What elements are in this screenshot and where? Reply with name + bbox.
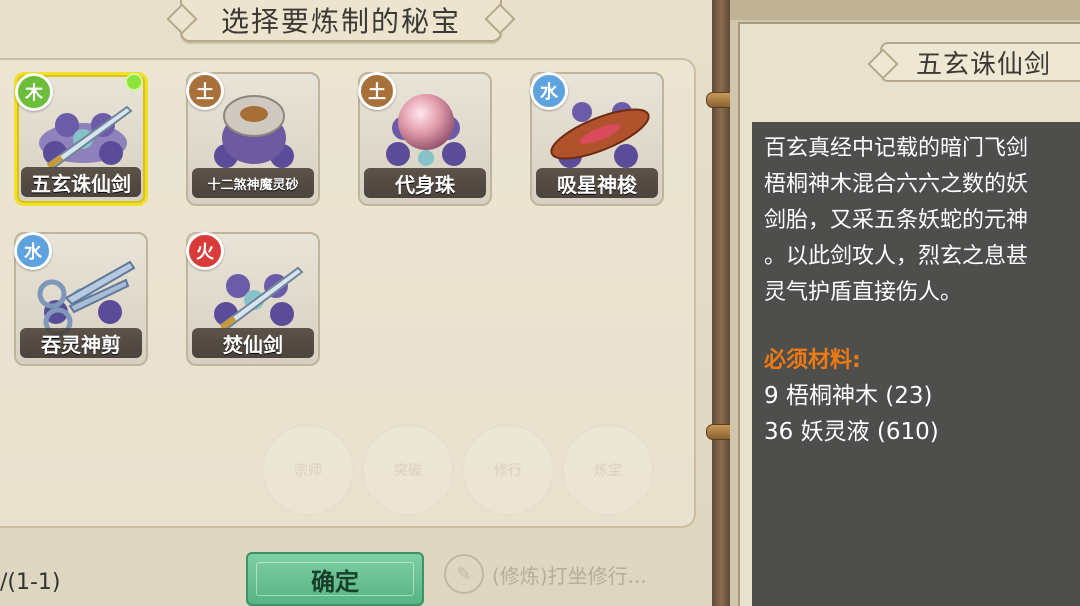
panel-title: 选择要炼制的秘宝: [220, 5, 461, 38]
cultivate-hint: ✎ (修炼)打坐修行...: [444, 552, 706, 596]
item-name: 焚仙剑: [223, 332, 283, 357]
faded-menu-item: 宗师: [262, 424, 354, 516]
description-line: 梧桐神木混合六六之数的妖: [764, 172, 1029, 197]
confirm-label: 确定: [311, 567, 359, 596]
item-name: 吞灵神剪: [41, 332, 121, 357]
treasure-item-star-shuttle[interactable]: 水 吸星神梭: [530, 72, 664, 206]
book-binder: [712, 0, 730, 606]
faded-menu-label: 宗师: [294, 463, 322, 479]
brush-icon: ✎: [444, 554, 484, 594]
description-line: 。以此剑攻人，烈玄之息甚: [764, 244, 1029, 269]
element-badge: 火: [186, 232, 224, 270]
faded-menu-item: 炼宝: [562, 424, 654, 516]
material-item: 36 妖灵液 (610): [764, 419, 939, 445]
item-name: 吸星神梭: [557, 172, 637, 197]
description-box: 百玄真经中记载的暗门飞剑 梧桐神木混合六六之数的妖 剑胎，又采五条妖蛇的元神 。…: [752, 122, 1080, 606]
item-name: 五玄诛仙剑: [31, 171, 131, 196]
progress-counter: /(1-1): [0, 570, 61, 595]
item-name-bar: 吸星神梭: [536, 168, 658, 198]
faded-menu: 宗师 突破 修行 炼宝: [262, 418, 702, 518]
item-name: 代身珠: [395, 172, 455, 197]
treasure-item-substitute-pearl[interactable]: 土 代身珠: [358, 72, 492, 206]
item-name-bar: 五玄诛仙剑: [21, 167, 141, 197]
item-name-bar: 十二煞神魔灵砂: [192, 168, 314, 198]
description-line: 百玄真经中记载的暗门飞剑: [764, 136, 1029, 161]
element-badge: 土: [186, 72, 224, 110]
confirm-button[interactable]: 确定: [246, 552, 424, 606]
faded-menu-item: 突破: [362, 424, 454, 516]
new-indicator-dot: [125, 73, 143, 91]
faded-menu-item: 修行: [462, 424, 554, 516]
treasure-item-demon-sand[interactable]: 土 十二煞神魔灵砂: [186, 72, 320, 206]
item-name: 十二煞神魔灵砂: [207, 177, 299, 193]
element-badge: 土: [358, 72, 396, 110]
treasure-item-spirit-scissors[interactable]: 水 吞灵神剪: [14, 232, 148, 366]
material-item: 9 梧桐神木 (23): [764, 383, 933, 409]
description-line: 灵气护盾直接伤人。: [764, 280, 963, 305]
detail-title-banner: 五玄诛仙剑: [880, 42, 1080, 82]
faded-menu-label: 修行: [494, 463, 522, 479]
item-name-bar: 吞灵神剪: [20, 328, 142, 358]
element-badge: 水: [530, 72, 568, 110]
element-badge: 木: [15, 73, 53, 111]
item-name-bar: 焚仙剑: [192, 328, 314, 358]
panel-title-banner: 选择要炼制的秘宝: [180, 0, 502, 42]
treasure-select-panel: 选择要炼制的秘宝 宗师 突破 修行 炼宝 木 五玄诛仙剑 土 十二煞神魔灵砂 土…: [0, 0, 712, 606]
detail-title: 五玄诛仙剑: [916, 49, 1052, 80]
materials-header: 必须材料:: [764, 348, 861, 373]
faded-menu-label: 炼宝: [594, 463, 622, 479]
description-line: 剑胎，又采五条妖蛇的元神: [764, 208, 1029, 233]
element-badge: 水: [14, 232, 52, 270]
top-strip: [730, 0, 1080, 20]
faded-menu-label: 突破: [394, 463, 422, 479]
cultivate-hint-text: (修炼)打坐修行...: [492, 563, 647, 588]
item-name-bar: 代身珠: [364, 168, 486, 198]
treasure-item-wuxuan-sword[interactable]: 木 五玄诛仙剑: [14, 72, 148, 206]
treasure-item-burning-sword[interactable]: 火 焚仙剑: [186, 232, 320, 366]
